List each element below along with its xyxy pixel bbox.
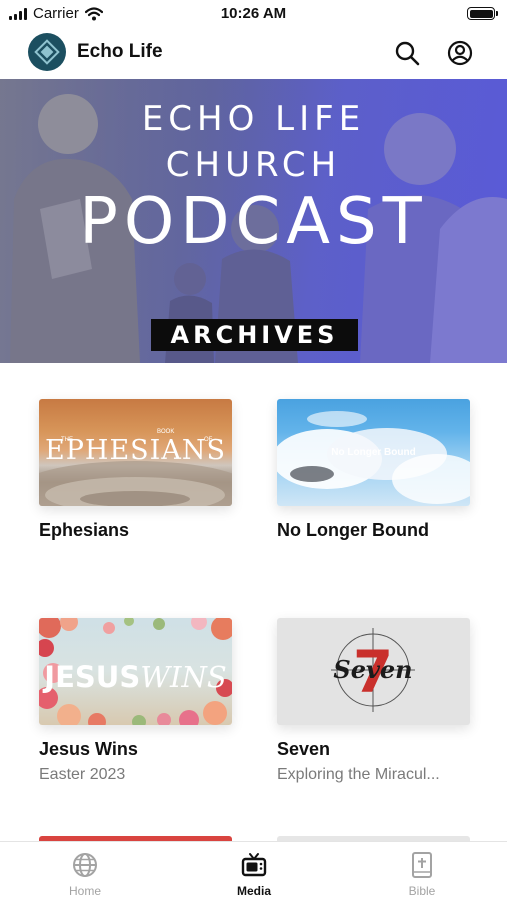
art-word: Seven: [333, 655, 412, 684]
globe-icon: [73, 853, 97, 877]
archives-badge: ARCHIVES: [151, 319, 358, 351]
echo-life-logo[interactable]: [28, 33, 66, 71]
series-card-ephesians[interactable]: THE BOOK OF EPHESIANS Ephesians: [39, 399, 232, 541]
art-title-b: WINS: [140, 660, 227, 694]
tab-bible-label: Bible: [408, 884, 436, 898]
series-card-no-longer-bound[interactable]: No Longer Bound No Longer Bound: [277, 399, 470, 541]
search-icon[interactable]: [392, 38, 422, 68]
hero-line-2: CHURCH: [165, 145, 342, 185]
hero-line-1: ECHO LIFE: [141, 99, 366, 139]
battery-icon: [467, 7, 498, 20]
series-artwork: No Longer Bound: [277, 399, 470, 506]
series-artwork: JESUSWINS: [39, 618, 232, 725]
hero-line-3: PODCAST: [79, 185, 428, 259]
tab-home[interactable]: Home: [30, 842, 140, 900]
series-artwork: THE BOOK OF EPHESIANS: [39, 399, 232, 506]
app-bar: Echo Life: [0, 30, 507, 78]
series-title: Seven: [277, 739, 331, 759]
series-title: No Longer Bound: [277, 520, 429, 540]
tab-bar: Home Media Bible: [0, 841, 507, 900]
bible-icon: [412, 852, 432, 878]
series-subtitle: Exploring the Miracul...: [277, 766, 440, 783]
app-title: Echo Life: [77, 41, 163, 62]
tab-bible[interactable]: Bible: [367, 842, 477, 900]
tab-home-label: Home: [68, 884, 101, 898]
hero-banner[interactable]: ECHO LIFE CHURCH PODCAST ARCHIVES: [0, 79, 507, 363]
art-title: No Longer Bound: [331, 447, 416, 458]
series-card-jesus-wins[interactable]: JESUSWINS Jesus Wins Easter 2023: [39, 618, 232, 784]
account-icon[interactable]: [445, 38, 475, 68]
tv-icon: [241, 853, 267, 877]
art-title: JESUSWINS: [39, 660, 232, 694]
art-title: EPHESIANS: [45, 435, 226, 466]
series-title: Jesus Wins: [39, 739, 138, 759]
status-time: 10:26 AM: [220, 5, 287, 22]
series-title: Ephesians: [39, 520, 130, 540]
series-artwork: 7 Seven: [277, 618, 470, 725]
status-bar: Carrier 10:26 AM: [0, 0, 507, 30]
series-card-seven[interactable]: 7 Seven Seven Exploring the Miracul...: [277, 618, 470, 784]
tab-media[interactable]: Media: [199, 842, 309, 900]
seven-logo-art: 7 Seven: [331, 628, 415, 712]
art-title-a: JESUS: [44, 660, 141, 694]
series-subtitle: Easter 2023: [39, 766, 126, 783]
tab-media-label: Media: [236, 884, 271, 898]
